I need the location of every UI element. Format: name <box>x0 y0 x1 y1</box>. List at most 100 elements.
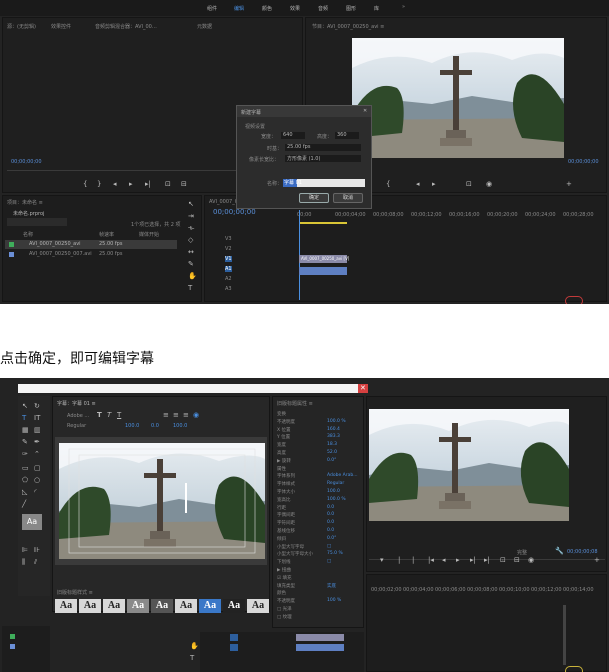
tab-source[interactable]: 源：(无剪辑) <box>7 23 36 30</box>
menu-item-libraries[interactable]: 库 <box>374 5 379 12</box>
italic-icon[interactable]: T <box>107 411 111 419</box>
property-value[interactable]: 0.0 <box>327 505 334 510</box>
style-swatch[interactable]: Aa <box>55 599 77 613</box>
font-family-dropdown[interactable]: Adobe ... <box>67 413 89 419</box>
font-size-value[interactable]: 100.0 <box>125 423 139 429</box>
track-label-v3[interactable]: V3 <box>225 236 232 242</box>
property-row[interactable]: 颜色 <box>277 590 363 597</box>
property-row[interactable]: 宽高比 100.0 % <box>277 497 363 504</box>
tab-audio-mixer[interactable]: 音频剪辑混合器：AVI_00… <box>95 23 157 30</box>
export-frame-icon[interactable]: ◉ <box>528 556 534 564</box>
tab-effect-controls[interactable]: 效果控件 <box>51 23 71 30</box>
titler-close-button[interactable]: ✕ <box>358 384 368 393</box>
leading-value[interactable]: 100.0 <box>173 423 187 429</box>
kerning-value[interactable]: 0.0 <box>151 423 159 429</box>
property-row[interactable]: 变换 <box>277 411 363 418</box>
menu-item-edit[interactable]: 编辑 <box>234 5 244 12</box>
rounded-rectangle-tool-icon[interactable]: ▢ <box>34 464 41 472</box>
wedge-tool-icon[interactable]: ◺ <box>22 488 27 496</box>
property-row[interactable]: 字体大小 100.0 <box>277 489 363 496</box>
track-label-a1[interactable] <box>230 644 238 651</box>
mark-out-icon[interactable]: | <box>412 556 414 564</box>
style-swatch[interactable]: Aa <box>151 599 173 613</box>
titler-canvas[interactable] <box>55 437 267 565</box>
more-icon[interactable]: » <box>402 4 405 10</box>
extract-icon[interactable]: ⊟ <box>514 556 520 564</box>
pixel-aspect-dropdown[interactable]: 方形像素 (1.0) <box>285 155 361 162</box>
add-anchor-tool-icon[interactable]: ✑ <box>22 450 28 458</box>
property-value[interactable]: 实底 <box>327 583 336 589</box>
align-left-icon[interactable]: ⊫ <box>22 546 28 554</box>
hand-tool-icon[interactable]: ✋ <box>188 272 197 280</box>
step-forward-icon[interactable]: ▸| <box>470 556 476 564</box>
property-row[interactable]: □ 光泽 <box>277 606 363 613</box>
track-label-v1[interactable]: V1 <box>225 256 232 262</box>
ok-button[interactable]: 确定 <box>299 193 329 203</box>
play-icon[interactable]: ▸ <box>456 556 460 564</box>
menu-item-audio[interactable]: 音频 <box>318 5 328 12</box>
property-row[interactable]: □ 纹理 <box>277 614 363 621</box>
ellipse-tool-icon[interactable]: ○ <box>34 476 40 484</box>
pen-tool-icon[interactable]: ✎ <box>188 260 194 268</box>
property-row[interactable]: 字体系列 Adobe Arab... <box>277 473 363 480</box>
property-value[interactable]: Adobe Arab... <box>327 473 358 478</box>
name-input[interactable]: 字幕 01 <box>283 179 365 187</box>
area-type-tool-icon[interactable]: ▦ <box>22 426 29 434</box>
property-row[interactable]: 高度 52.0 <box>277 450 363 457</box>
property-row[interactable]: 字体样式 Regular <box>277 481 363 488</box>
titler-tab[interactable]: 字幕：字幕 01 ≡ <box>57 400 96 407</box>
style-swatch[interactable]: Aa <box>199 599 221 613</box>
property-value[interactable]: 160.4 <box>327 427 340 432</box>
track-label-a3[interactable]: A3 <box>225 286 232 292</box>
vertical-type-tool-icon[interactable]: IT <box>34 414 40 422</box>
style-swatch[interactable]: Aa <box>103 599 125 613</box>
property-row[interactable]: 行距 0.0 <box>277 505 363 512</box>
width-input[interactable]: 640 <box>281 132 305 139</box>
column-media-start[interactable]: 媒体开始 <box>139 231 159 238</box>
property-row[interactable]: 字符间距 0.0 <box>277 520 363 527</box>
property-row[interactable]: 填充类型 实底 <box>277 583 363 590</box>
underline-icon[interactable]: T <box>117 411 121 419</box>
program-add-icon[interactable]: + <box>566 180 572 188</box>
property-row[interactable]: 小型大写字母大小 75.0 % <box>277 551 363 558</box>
property-row[interactable]: 基线位移 0.0 <box>277 528 363 535</box>
vertical-scrollbar[interactable] <box>563 605 566 665</box>
menu-item-graphics[interactable]: 图形 <box>346 5 356 12</box>
distribute-icon[interactable]: ⫼ <box>22 558 25 567</box>
property-row[interactable]: Y 位置 383.3 <box>277 434 363 441</box>
path-type-tool-icon[interactable]: ✎ <box>22 438 28 446</box>
height-input[interactable]: 360 <box>335 132 359 139</box>
arc-tool-icon[interactable]: ◜ <box>34 488 37 496</box>
align-center-icon[interactable]: ⊪ <box>34 546 40 554</box>
program-zoom-dropdown[interactable]: 完整 <box>517 549 527 556</box>
style-swatch[interactable]: Aa <box>247 599 269 613</box>
property-value[interactable]: 75.0 % <box>327 551 343 556</box>
track-select-tool-icon[interactable]: ⇥ <box>188 212 194 220</box>
video-clip[interactable]: AVI_0007_00250_avi [V] <box>299 255 349 263</box>
audio-clip[interactable] <box>296 644 344 651</box>
close-icon[interactable]: ✕ <box>363 108 367 114</box>
timeline-ruler[interactable]: 00;00 00;00;04;00 00;00;08;00 00;00;12;0… <box>297 212 597 220</box>
property-value[interactable]: □ <box>327 544 331 549</box>
lift-icon[interactable]: ⊡ <box>500 556 506 564</box>
rotation-tool-icon[interactable]: ↻ <box>34 402 40 410</box>
program-export-frame-icon[interactable]: ◉ <box>486 180 492 188</box>
program-play-icon[interactable]: ▸ <box>432 180 436 188</box>
track-label-v1[interactable] <box>230 634 238 641</box>
property-value[interactable]: 100.0 % <box>327 419 346 424</box>
vertical-area-type-tool-icon[interactable]: ▥ <box>34 426 41 434</box>
mark-in-icon[interactable]: { <box>83 180 87 188</box>
tab-metadata[interactable]: 元数据 <box>197 23 212 30</box>
rectangle-tool-icon[interactable]: ▭ <box>22 464 29 472</box>
line-tool-icon[interactable]: ╱ <box>22 500 26 508</box>
style-swatch[interactable]: Aa <box>79 599 101 613</box>
program-step-back-icon[interactable]: ◂ <box>416 180 420 188</box>
style-swatch[interactable]: Aa <box>127 599 149 613</box>
timeline-ruler[interactable]: 00;00;02;00 00;00;04;00 00;00;06;00 00;0… <box>371 587 601 595</box>
property-row[interactable]: 字偶间距 0.0 <box>277 512 363 519</box>
hand-tool-icon[interactable]: ✋ <box>190 642 199 650</box>
column-name[interactable]: 名称 <box>23 231 33 238</box>
text-align-right-icon[interactable]: ≡ <box>183 411 189 419</box>
step-back-icon[interactable]: ◂ <box>442 556 446 564</box>
property-row[interactable]: 倾斜 0.0° <box>277 536 363 543</box>
